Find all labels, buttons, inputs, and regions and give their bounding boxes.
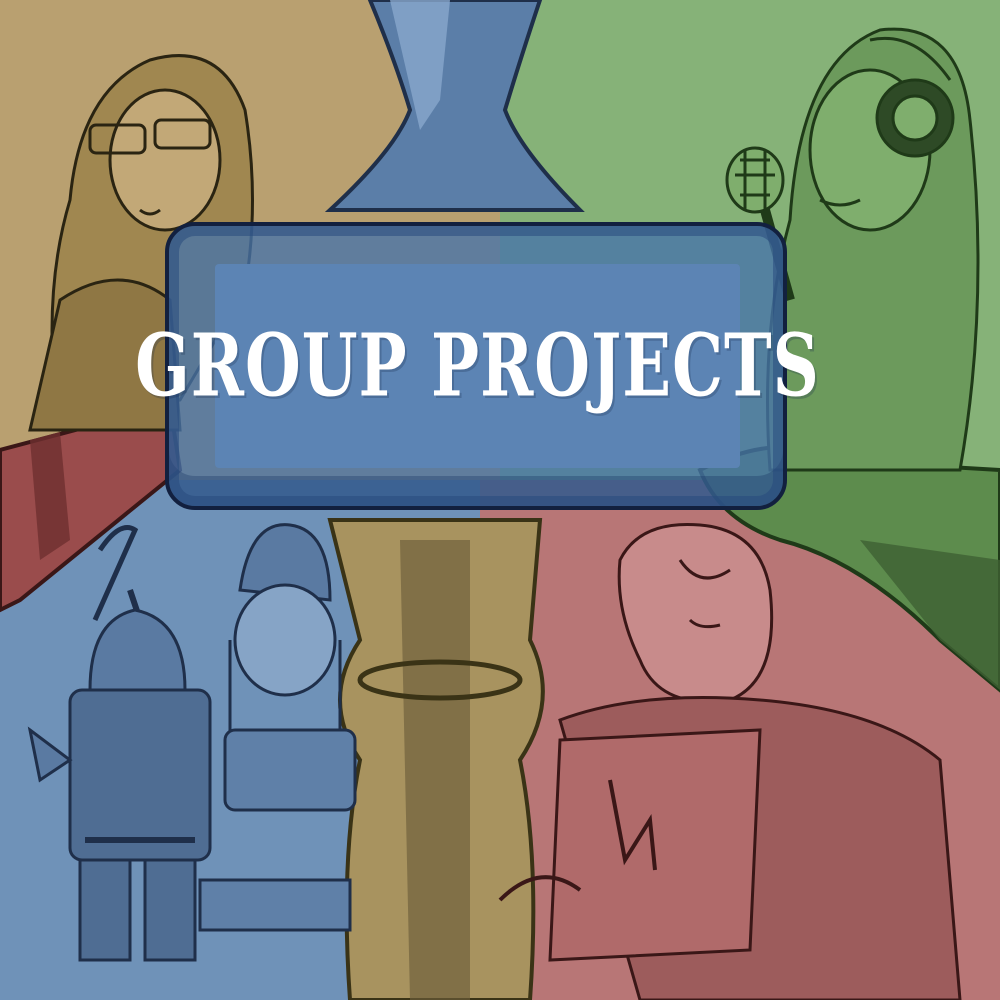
- title-panel: GROUP PROJECTS: [135, 264, 819, 468]
- cover-illustration: GROUP PROJECTS: [0, 0, 1000, 1000]
- title-sign: GROUP PROJECTS: [135, 222, 819, 510]
- page-title: GROUP PROJECTS: [135, 315, 820, 417]
- microphone-icon: [725, 146, 785, 214]
